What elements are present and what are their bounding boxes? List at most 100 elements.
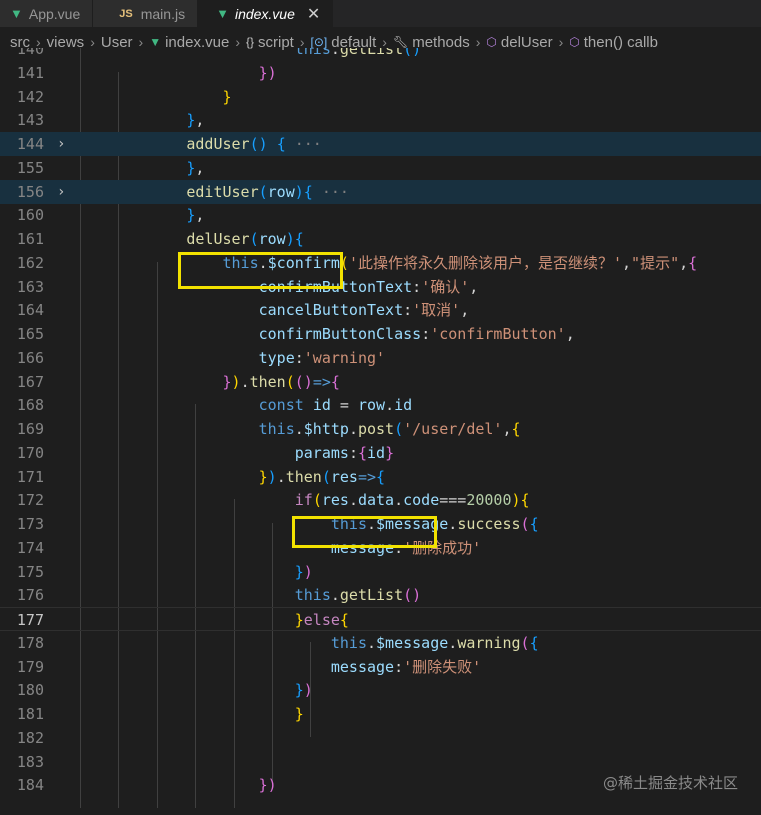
- line-number: 164: [16, 301, 44, 320]
- tab-main-js[interactable]: JS main.js: [93, 0, 199, 27]
- line-number: 176: [16, 586, 44, 605]
- line-number: 184: [16, 776, 44, 795]
- code-text: addUser() { ···: [186, 135, 322, 153]
- highlight-box: [292, 516, 437, 548]
- code-text: if(res.data.code===20000){: [294, 491, 530, 510]
- line-number: 177: [16, 611, 44, 629]
- chevron-right-icon[interactable]: ›: [57, 180, 65, 204]
- vue-icon: ▼: [10, 6, 23, 21]
- line-number: 156: [16, 182, 44, 201]
- code-line[interactable]: 178 this.$message.warning({: [0, 631, 761, 655]
- line-number: 175: [16, 562, 44, 581]
- code-text: }else{: [294, 611, 349, 629]
- line-number: 165: [16, 325, 44, 343]
- watermark: @稀土掘金技术社区: [602, 774, 738, 792]
- line-number: 140: [16, 48, 44, 58]
- code-line[interactable]: 172 if(res.data.code===20000){: [0, 488, 761, 512]
- line-number: 162: [16, 253, 44, 272]
- vue-icon: ▼: [216, 6, 229, 21]
- code-line[interactable]: 155 },: [0, 156, 761, 180]
- code-line[interactable]: 162 this.$confirm('此操作将永久删除该用户，是否继续？',"提…: [0, 251, 761, 275]
- line-number: 178: [16, 633, 44, 652]
- tab-label: index.vue: [234, 5, 295, 22]
- code-text: message:'删除失败': [330, 657, 482, 676]
- code-line[interactable]: 143 },: [0, 108, 761, 132]
- line-number: 183: [16, 752, 44, 771]
- line-number: 155: [16, 158, 44, 177]
- code-line[interactable]: 180 }): [0, 678, 761, 702]
- code-text: confirmButtonClass:'confirmButton',: [258, 325, 575, 343]
- line-number: 171: [16, 467, 44, 486]
- line-number: 169: [16, 420, 44, 438]
- line-number: 163: [16, 277, 44, 296]
- code-text: this.$http.post('/user/del',{: [258, 420, 521, 438]
- code-text: type:'warning': [258, 348, 386, 367]
- chevron-right-icon[interactable]: ›: [57, 132, 65, 156]
- code-line[interactable]: 163 confirmButtonText:'确认',: [0, 275, 761, 299]
- code-line[interactable]: 160 },: [0, 203, 761, 227]
- wrench-icon: 🔧︎: [392, 35, 409, 49]
- line-number: 160: [16, 206, 44, 225]
- tab-app-vue[interactable]: ▼ App.vue: [0, 0, 94, 27]
- code-text: }): [258, 63, 277, 82]
- editor-tab-bar: ▼ App.vue JS main.js ▼ index.vue ✕: [0, 0, 761, 27]
- code-line[interactable]: 171 }).then(res=>{: [0, 465, 761, 489]
- code-text: }): [294, 681, 313, 700]
- code-line[interactable]: 169 this.$http.post('/user/del',{: [0, 417, 761, 441]
- code-editor[interactable]: 140 this.getList() 141 }) 142 } 143 }, 144 › …: [0, 48, 761, 815]
- close-icon[interactable]: ✕: [307, 4, 320, 24]
- code-line[interactable]: 140 this.getList(): [0, 48, 761, 61]
- code-line[interactable]: 176 this.getList(): [0, 583, 761, 607]
- code-line[interactable]: 156 › editUser(row){ ···: [0, 179, 761, 204]
- code-line[interactable]: 166 type:'warning': [0, 346, 761, 370]
- line-number: 179: [16, 657, 44, 676]
- code-text: }).then(()=>{: [222, 372, 340, 391]
- line-number: 166: [16, 348, 44, 367]
- code-line[interactable]: 168 const id = row.id: [0, 393, 761, 417]
- code-line[interactable]: 181 }: [0, 702, 761, 726]
- code-line[interactable]: 165 confirmButtonClass:'confirmButton',: [0, 322, 761, 346]
- braces-icon: {}: [245, 35, 254, 49]
- code-text: },: [186, 111, 205, 130]
- method-cube-icon: ⬡: [569, 35, 580, 49]
- code-text: params:{id}: [294, 443, 395, 462]
- js-icon: JS: [119, 7, 133, 20]
- code-line[interactable]: 161 delUser(row){: [0, 227, 761, 251]
- code-text: }).then(res=>{: [258, 467, 386, 486]
- code-text: },: [186, 206, 205, 225]
- line-number: 174: [16, 538, 44, 557]
- code-text: delUser(row){: [186, 230, 304, 248]
- method-cube-icon: ⬡: [486, 35, 497, 49]
- code-line[interactable]: 183: [0, 750, 761, 774]
- code-text: editUser(row){ ···: [186, 182, 349, 201]
- code-line[interactable]: 167 }).then(()=>{: [0, 370, 761, 394]
- code-text: }: [294, 705, 304, 723]
- code-line[interactable]: 179 message:'删除失败': [0, 655, 761, 679]
- tab-label: main.js: [140, 5, 186, 22]
- code-line[interactable]: 170 params:{id}: [0, 441, 761, 465]
- line-number: 141: [16, 63, 44, 82]
- line-number: 170: [16, 443, 44, 462]
- line-number: 167: [16, 372, 44, 391]
- tab-label: App.vue: [28, 5, 81, 22]
- code-line[interactable]: 164 cancelButtonText:'取消',: [0, 298, 761, 322]
- tab-index-vue[interactable]: ▼ index.vue ✕: [198, 0, 334, 27]
- code-text: }): [294, 562, 313, 581]
- code-text: this.getList(): [294, 586, 422, 605]
- vue-icon: ▼: [149, 35, 162, 49]
- code-text: const id = row.id: [258, 396, 413, 415]
- code-line[interactable]: 141 }): [0, 61, 761, 85]
- line-number: 181: [16, 705, 44, 723]
- line-number: 142: [16, 87, 44, 106]
- code-line[interactable]: 144 › addUser() { ···: [0, 132, 761, 156]
- highlight-box: [178, 252, 343, 289]
- code-line[interactable]: 142 }: [0, 85, 761, 109]
- code-line[interactable]: 175 }): [0, 560, 761, 584]
- code-text: }): [258, 776, 277, 795]
- code-line[interactable]: 182: [0, 726, 761, 750]
- code-text: }: [222, 87, 232, 106]
- line-number: 182: [16, 728, 44, 747]
- code-line[interactable]: 177 }else{: [0, 607, 761, 631]
- line-number: 180: [16, 681, 44, 700]
- code-text: this.getList(): [294, 48, 422, 58]
